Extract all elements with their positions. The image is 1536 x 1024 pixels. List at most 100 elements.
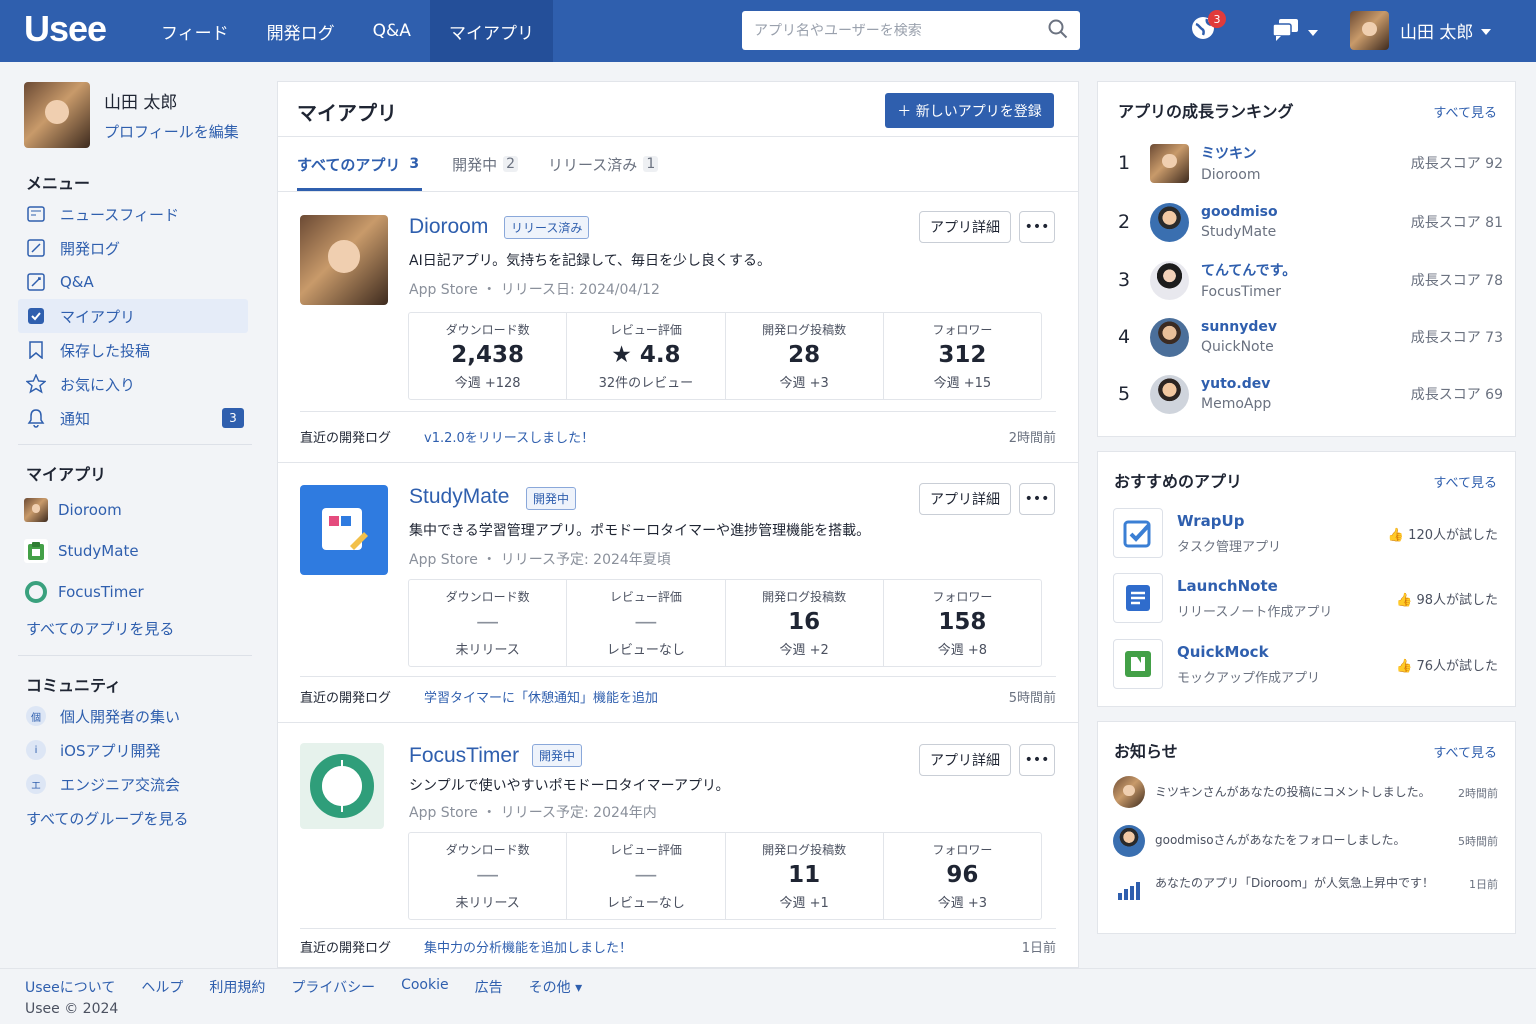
- group-engineer-meetup[interactable]: エエンジニア交流会: [18, 767, 248, 801]
- sidebar-item-qa[interactable]: Q&A: [18, 265, 248, 299]
- more-options-button[interactable]: •••: [1019, 211, 1055, 243]
- footer-link-more[interactable]: その他 ▾: [529, 977, 582, 997]
- search-icon[interactable]: [1048, 19, 1068, 43]
- sidebar-item-newsfeed[interactable]: ニュースフィード: [18, 197, 248, 231]
- recommend-see-all-link[interactable]: すべて見る: [1433, 472, 1497, 491]
- avatar[interactable]: [24, 82, 90, 148]
- notices-see-all-link[interactable]: すべて見る: [1433, 742, 1497, 761]
- footer-link-about[interactable]: Useeについて: [25, 977, 115, 997]
- more-options-button[interactable]: •••: [1019, 744, 1055, 776]
- footer-link-help[interactable]: ヘルプ: [141, 977, 183, 997]
- app-name[interactable]: FocusTimer: [409, 744, 519, 768]
- app-name[interactable]: Dioroom: [409, 215, 488, 239]
- group-ios-dev[interactable]: i iOSアプリ開発: [18, 733, 248, 767]
- recommended-app[interactable]: QuickMock モックアップ作成アプリ 👍 76人が試した: [1113, 637, 1498, 691]
- sidebar-app-focustimer[interactable]: FocusTimer: [18, 571, 248, 612]
- stat-value: 312: [938, 342, 987, 368]
- rank-score: 成長スコア 92: [1410, 156, 1503, 172]
- rec-name[interactable]: LaunchNote: [1177, 577, 1332, 595]
- all-groups-link[interactable]: すべてのグループを見る: [26, 808, 188, 829]
- stat-followers: フォロワー 158 今週 +8: [884, 580, 1041, 666]
- devlog-label: 直近の開発ログ: [300, 691, 392, 706]
- sidebar-item-favorites[interactable]: お気に入り: [18, 367, 248, 401]
- usee-logo[interactable]: Usee: [24, 8, 107, 50]
- rec-name[interactable]: WrapUp: [1177, 512, 1281, 530]
- chevron-down-icon: [1308, 24, 1318, 40]
- devlog-link[interactable]: 学習タイマーに「休憩通知」機能を追加: [424, 687, 1009, 706]
- stat-value: 11: [788, 862, 821, 888]
- rank-user[interactable]: goodmiso: [1201, 204, 1278, 220]
- all-apps-link[interactable]: すべてのアプリを見る: [26, 618, 174, 639]
- app-name[interactable]: StudyMate: [409, 485, 509, 509]
- nav-myapps[interactable]: マイアプリ: [429, 0, 553, 62]
- sidebar-item-saved[interactable]: 保存した投稿: [18, 333, 248, 367]
- app-meta: App Store ・ リリース日: 2024/04/12: [409, 282, 660, 298]
- recent-devlog: 直近の開発ログ 集中力の分析機能を追加しました！ 1日前: [300, 937, 1056, 956]
- ranking-row[interactable]: 1 ミツキン Dioroom 成長スコア 92: [1118, 137, 1503, 189]
- profile-name[interactable]: 山田 太郎: [104, 88, 239, 113]
- tab-in-development[interactable]: 開発中 2: [452, 137, 519, 191]
- rank-user[interactable]: sunnydev: [1201, 319, 1277, 335]
- register-new-app-button[interactable]: ＋ 新しいアプリを登録: [885, 93, 1054, 128]
- dioroom-app-thumbnail[interactable]: [300, 215, 388, 305]
- stat-label: 開発ログ投稿数: [762, 843, 847, 857]
- nav-feed[interactable]: フィード: [142, 0, 248, 62]
- devlog-link[interactable]: 集中力の分析機能を追加しました！: [424, 937, 1022, 956]
- tab-released[interactable]: リリース済み 1: [548, 137, 659, 191]
- avatar: [1150, 260, 1189, 300]
- user-menu[interactable]: 山田 太郎: [1350, 11, 1492, 50]
- footer-link-privacy[interactable]: プライバシー: [291, 977, 375, 997]
- ranking-row[interactable]: 4 sunnydev QuickNote 成長スコア 73: [1118, 311, 1503, 363]
- messages-button[interactable]: [1272, 18, 1318, 46]
- rank-user[interactable]: ミツキン: [1201, 143, 1260, 163]
- recommended-app[interactable]: WrapUp タスク管理アプリ 👍 120人が試した: [1113, 506, 1498, 560]
- focustimer-app-thumbnail[interactable]: [300, 743, 384, 829]
- app-meta: App Store ・ リリース予定: 2024年夏頃: [409, 552, 671, 568]
- stat-label: 開発ログ投稿数: [762, 590, 847, 604]
- footer-link-terms[interactable]: 利用規約: [209, 977, 265, 997]
- rec-sub: リリースノート作成アプリ: [1177, 604, 1333, 620]
- sidebar-groups: 個個人開発者の集い i iOSアプリ開発 エエンジニア交流会: [18, 699, 248, 801]
- app-detail-button[interactable]: アプリ詳細: [919, 483, 1011, 515]
- ranking-row[interactable]: 5 yuto.dev MemoApp 成長スコア 69: [1118, 368, 1503, 420]
- studymate-app-thumbnail[interactable]: [300, 485, 388, 575]
- search-input[interactable]: [754, 22, 1048, 39]
- notice-item[interactable]: あなたのアプリ「Dioroom」が人気急上昇中です！ 1日前: [1113, 874, 1498, 906]
- app-description: AI日記アプリ。気持ちを記録して、毎日を少し良くする。: [409, 253, 772, 269]
- ranking-row[interactable]: 3 てんてんです。 FocusTimer 成長スコア 78: [1118, 254, 1503, 306]
- sidebar-app-dioroom[interactable]: Dioroom: [18, 489, 248, 530]
- tab-all-apps[interactable]: すべてのアプリ 3: [297, 137, 423, 191]
- nav-devlog[interactable]: 開発ログ: [248, 0, 354, 62]
- devlog-link[interactable]: v1.2.0をリリースしました！: [424, 427, 1009, 446]
- more-icon: •••: [1024, 219, 1050, 235]
- rec-name[interactable]: QuickMock: [1177, 643, 1320, 661]
- footer-link-cookie[interactable]: Cookie: [401, 977, 449, 997]
- nav-qa[interactable]: Q&A: [354, 0, 430, 62]
- app-detail-button[interactable]: アプリ詳細: [919, 211, 1011, 243]
- divider: [18, 655, 252, 656]
- ranking-see-all-link[interactable]: すべて見る: [1433, 102, 1497, 121]
- group-label: 個人開発者の集い: [60, 707, 181, 726]
- sidebar-app-studymate[interactable]: StudyMate: [18, 530, 248, 571]
- notice-item[interactable]: goodmisoさんがあなたをフォローしました。 5時間前: [1113, 825, 1498, 857]
- stat-label: フォロワー: [932, 590, 993, 604]
- group-indie-devs[interactable]: 個個人開発者の集い: [18, 699, 248, 733]
- stat-sub: 今週 +3: [779, 376, 829, 391]
- rank-user[interactable]: てんてんです。: [1201, 260, 1296, 280]
- app-detail-button[interactable]: アプリ詳細: [919, 744, 1011, 776]
- ranking-row[interactable]: 2 goodmiso StudyMate 成長スコア 81: [1118, 196, 1503, 248]
- rank-user[interactable]: yuto.dev: [1201, 376, 1271, 392]
- sidebar-item-notifications[interactable]: 通知 3: [18, 401, 248, 435]
- tab-label: すべてのアプリ: [297, 155, 401, 174]
- sidebar-item-myapps[interactable]: マイアプリ: [18, 299, 248, 333]
- growth-ranking-panel: アプリの成長ランキング すべて見る 1 ミツキン Dioroom 成長スコア 92 2…: [1097, 81, 1516, 437]
- footer-link-ads[interactable]: 広告: [475, 977, 503, 997]
- sidebar-apps: Dioroom StudyMate FocusTimer: [18, 489, 248, 612]
- notice-item[interactable]: ミツキンさんがあなたの投稿にコメントしました。 2時間前: [1113, 776, 1498, 808]
- recommended-app[interactable]: LaunchNote リリースノート作成アプリ 👍 98人が試した: [1113, 571, 1498, 625]
- notifications-button[interactable]: 3: [1190, 10, 1226, 44]
- myapps-panel: マイアプリ ＋ 新しいアプリを登録 すべてのアプリ 3 開発中 2 リリース済み 1 …: [277, 81, 1079, 968]
- more-options-button[interactable]: •••: [1019, 483, 1055, 515]
- sidebar-item-devlog[interactable]: 開発ログ: [18, 231, 248, 265]
- edit-profile-link[interactable]: プロフィールを編集: [104, 121, 239, 142]
